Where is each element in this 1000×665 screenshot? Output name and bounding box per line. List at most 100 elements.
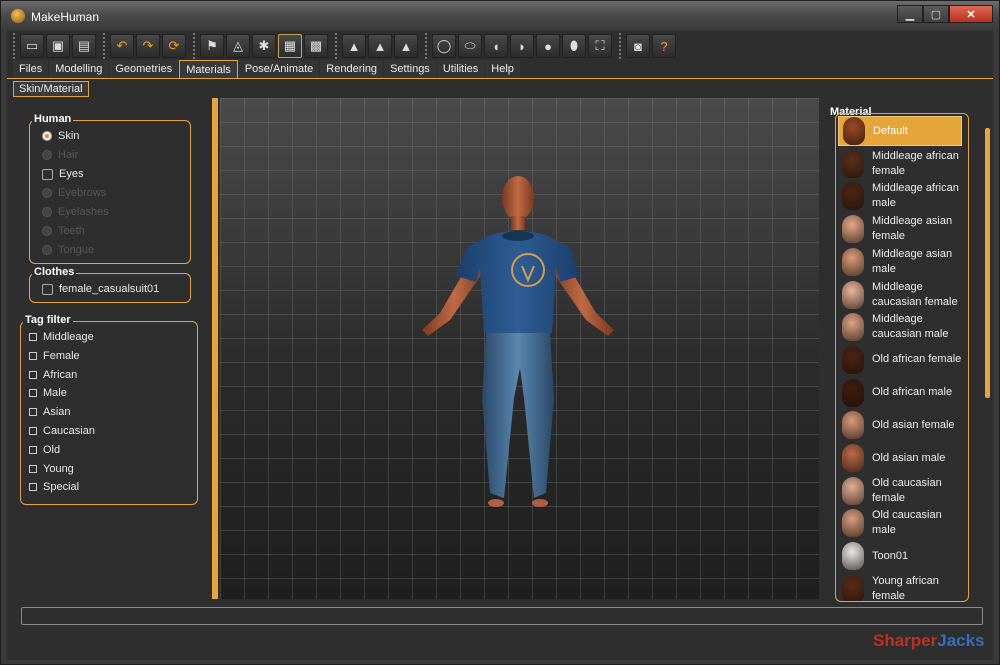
tab-pose-animate[interactable]: Pose/Animate — [238, 60, 320, 78]
tag-checkbox[interactable] — [29, 408, 37, 417]
save-icon: ▣ — [51, 38, 65, 53]
tab-geometries[interactable]: Geometries — [109, 60, 179, 78]
help-button[interactable]: ? — [652, 34, 676, 58]
human-option-label: Hair — [58, 149, 79, 161]
tag-filter-african[interactable]: African — [29, 368, 77, 382]
radio-button — [42, 207, 52, 217]
material-item[interactable]: Middleage african male — [838, 181, 962, 211]
back-view-button[interactable]: ▲ — [368, 34, 392, 58]
right-panel: Material Default Middleage african female… — [821, 98, 991, 603]
grid-button[interactable]: ▦ — [278, 34, 302, 58]
head-right-button[interactable]: ◗ — [510, 34, 534, 58]
human-option-skin[interactable]: Skin — [42, 129, 79, 143]
grid-icon: ▦ — [283, 38, 297, 53]
material-item[interactable]: Toon01 — [838, 541, 962, 571]
client-area: ▭ ▣ ▤ ↶ ↷ ⟳ ⚑ ◬ ✱ ▦ ▩ ▲ ▲ ▲ ◯ ⬭ ◖ ◗ ● ⬮ ⛶ ◙? Files Modelling Ge… — [7, 31, 993, 660]
tab-materials[interactable]: Materials — [179, 60, 238, 79]
face-thumbnail-icon — [842, 215, 864, 244]
material-label: Old african female — [872, 353, 962, 366]
material-item[interactable]: Middleage african female — [838, 149, 962, 179]
redo-button[interactable]: ↷ — [136, 34, 160, 58]
app-window: MakeHuman ▁ ▢ ✕ ▭ ▣ ▤ ↶ ↷ ⟳ ⚑ ◬ ✱ ▦ ▩ ▲ ▲ ▲ ◯ ⬭ ◖ ◗ ● ⬮ ⛶ ◙? … — [0, 0, 1000, 665]
tab-rendering[interactable]: Rendering — [320, 60, 384, 78]
checker-button[interactable]: ▩ — [304, 34, 328, 58]
pose-button[interactable]: ✱ — [252, 34, 276, 58]
save-button[interactable]: ▣ — [46, 34, 70, 58]
tab-files[interactable]: Files — [13, 60, 49, 78]
tag-checkbox[interactable] — [29, 351, 37, 360]
front-view-button[interactable]: ▲ — [342, 34, 366, 58]
toolbar-group: ▭ ▣ ▤ — [13, 33, 97, 59]
tag-checkbox[interactable] — [29, 464, 37, 473]
tab-modelling[interactable]: Modelling — [49, 60, 109, 78]
material-item[interactable]: Old african female — [838, 345, 962, 375]
head-bottom-button[interactable]: ⬮ — [562, 34, 586, 58]
material-item[interactable]: Old caucasian female — [838, 476, 962, 506]
minimize-button[interactable]: ▁ — [897, 5, 923, 23]
material-item[interactable]: Middleage caucasian female — [838, 280, 962, 310]
maximize-button[interactable]: ▢ — [923, 5, 949, 23]
tag-filter-young[interactable]: Young — [29, 462, 74, 476]
smooth-button[interactable]: ⚑ — [200, 34, 224, 58]
material-item[interactable]: Old african male — [838, 378, 962, 408]
material-item[interactable]: Old asian female — [838, 410, 962, 440]
tag-checkbox[interactable] — [29, 445, 37, 454]
head-front-button[interactable]: ◯ — [432, 34, 456, 58]
material-label: Middleage asian male — [872, 247, 953, 275]
subtab-skin-material[interactable]: Skin/Material — [13, 81, 89, 97]
tag-filter-middleage[interactable]: Middleage — [29, 330, 94, 344]
material-item[interactable]: Default — [838, 116, 962, 146]
tag-checkbox[interactable] — [29, 483, 37, 492]
head-back-icon: ⬭ — [464, 38, 476, 53]
clothes-checkbox[interactable] — [42, 283, 53, 295]
material-list[interactable]: Default Middleage african female Middleage… — [835, 113, 969, 602]
head-top-button[interactable]: ● — [536, 34, 560, 58]
tag-checkbox[interactable] — [29, 370, 37, 379]
main-tabs: Files Modelling Geometries Materials Pose/An… — [13, 60, 521, 79]
tag-filter-title: Tag filter — [23, 314, 73, 326]
title-bar[interactable]: MakeHuman ▁ ▢ ✕ — [1, 1, 999, 31]
reset-button[interactable]: ⟳ — [162, 34, 186, 58]
wireframe-button[interactable]: ◬ — [226, 34, 250, 58]
tag-filter-old[interactable]: Old — [29, 443, 60, 457]
checkbox[interactable] — [42, 168, 53, 180]
tag-checkbox[interactable] — [29, 333, 37, 341]
load-button[interactable]: ▭ — [20, 34, 44, 58]
export-button[interactable]: ▤ — [72, 34, 96, 58]
head-left-icon: ◖ — [492, 38, 500, 54]
material-scrollbar[interactable] — [985, 128, 990, 398]
side-view-button[interactable]: ▲ — [394, 34, 418, 58]
material-label: Middleage caucasian female — [872, 280, 958, 308]
material-item[interactable]: Young african female — [838, 574, 962, 602]
material-item[interactable]: Old caucasian male — [838, 508, 962, 538]
head-back-button[interactable]: ⬭ — [458, 34, 482, 58]
tab-utilities[interactable]: Utilities — [436, 60, 485, 78]
screenshot-icon: ◙ — [634, 38, 642, 54]
screenshot-button[interactable]: ◙ — [626, 34, 650, 58]
left-splitter[interactable] — [212, 98, 218, 599]
radio-button[interactable] — [42, 131, 52, 141]
material-item[interactable]: Middleage asian female — [838, 214, 962, 244]
material-label: Young african female — [872, 574, 939, 602]
reset-camera-button[interactable]: ⛶ — [588, 34, 612, 58]
tag-checkbox[interactable] — [29, 427, 37, 435]
tag-filter-female[interactable]: Female — [29, 349, 80, 363]
head-left-button[interactable]: ◖ — [484, 34, 508, 58]
undo-button[interactable]: ↶ — [110, 34, 134, 58]
tab-settings[interactable]: Settings — [384, 60, 436, 78]
tab-help[interactable]: Help — [485, 60, 520, 78]
human-option-label: Eyes — [59, 168, 84, 180]
tag-filter-asian[interactable]: Asian — [29, 405, 71, 419]
tag-filter-male[interactable]: Male — [29, 386, 67, 400]
clothes-item[interactable]: female_casualsuit01 — [42, 282, 159, 296]
close-button[interactable]: ✕ — [949, 5, 993, 23]
material-item[interactable]: Old asian male — [838, 443, 962, 473]
3d-viewport[interactable] — [220, 98, 819, 599]
material-item[interactable]: Middleage asian male — [838, 247, 962, 277]
human-option-tongue: Tongue — [42, 243, 94, 257]
tag-checkbox[interactable] — [29, 389, 37, 398]
human-option-eyes[interactable]: Eyes — [42, 167, 83, 181]
tag-filter-special[interactable]: Special — [29, 480, 79, 494]
tag-filter-caucasian[interactable]: Caucasian — [29, 424, 95, 438]
material-item[interactable]: Middleage caucasian male — [838, 312, 962, 342]
